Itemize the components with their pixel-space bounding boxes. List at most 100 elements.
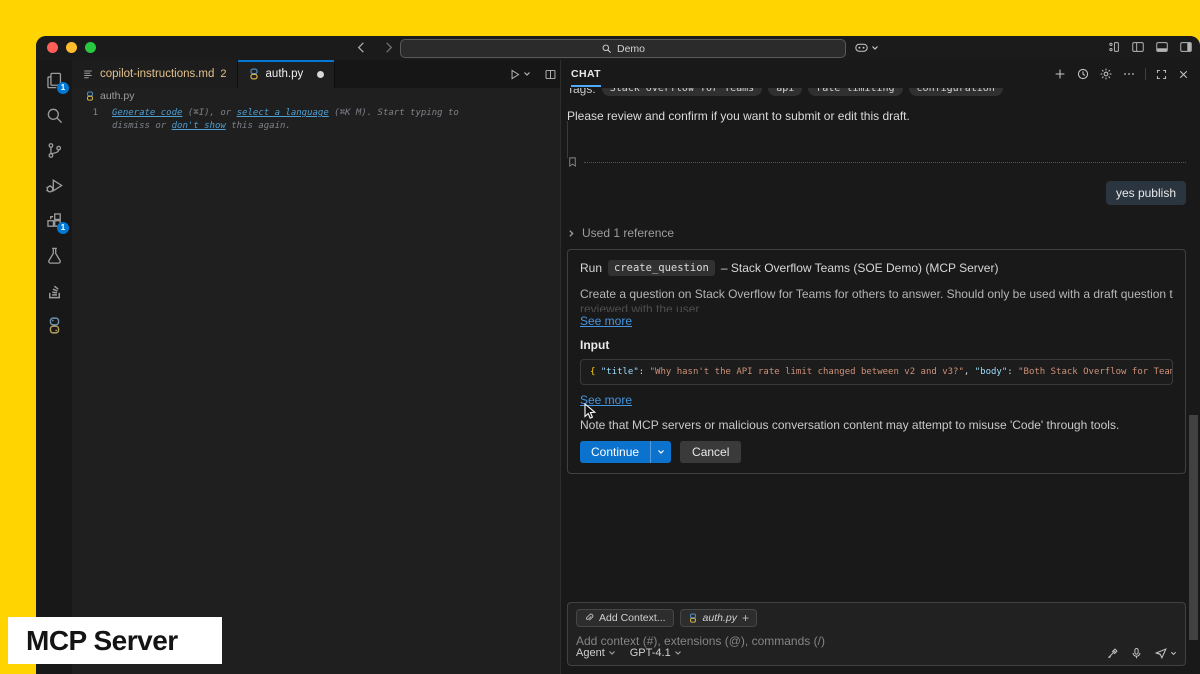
mode-dropdown[interactable]: Agent — [576, 647, 616, 659]
tag-pill-list: Stack Overflow for Teamsapirate limiting… — [602, 88, 1003, 96]
pin-context-icon[interactable]: + — [742, 613, 749, 623]
maximize-panel-icon[interactable] — [1155, 68, 1168, 81]
response-block-line — [567, 121, 568, 158]
continue-dropdown-button[interactable] — [651, 441, 671, 463]
code-token: { — [590, 367, 601, 377]
user-message-bubble: yes publish — [1106, 181, 1186, 205]
run-debug-icon — [45, 176, 64, 195]
titlebar: Demo — [36, 36, 1200, 61]
toggle-panel-icon[interactable] — [1155, 40, 1169, 54]
split-editor-icon[interactable] — [544, 68, 557, 81]
bookmark-icon[interactable] — [567, 156, 578, 168]
minimize-window-button[interactable] — [66, 42, 77, 53]
sidebar-item-source-control[interactable] — [43, 139, 65, 161]
vscode-window: Demo — [36, 36, 1200, 674]
git-branch-icon — [45, 141, 64, 160]
sidebar-item-explorer[interactable]: 1 — [43, 69, 65, 91]
tool-name-pill: create_question — [608, 260, 715, 276]
user-message-row: yes publish — [567, 181, 1186, 205]
activity-bar: 1 1 — [36, 60, 73, 674]
code-token: "title" — [601, 367, 639, 377]
chat-message-list: Tags: Stack Overflow for Teamsapirate li… — [561, 88, 1200, 600]
ghost-link[interactable]: select a language — [237, 108, 329, 118]
assistant-review-text: Please review and confirm if you want to… — [567, 109, 1186, 123]
tools-icon[interactable] — [1106, 647, 1119, 660]
sidebar-item-python[interactable] — [43, 314, 65, 336]
dotted-divider — [584, 162, 1186, 163]
command-center-search[interactable]: Demo — [400, 39, 846, 58]
copilot-menu-button[interactable] — [854, 40, 879, 55]
tab-copilot-instructions[interactable]: copilot-instructions.md 2 — [72, 60, 238, 88]
attached-file-pill[interactable]: auth.py + — [680, 609, 757, 627]
tag-pill: configuration — [909, 88, 1003, 96]
tool-input-code: { "title": "Why hasn't the API rate limi… — [580, 359, 1173, 385]
back-arrow-icon[interactable] — [354, 40, 369, 55]
chat-title: CHAT — [571, 68, 601, 80]
cancel-button[interactable]: Cancel — [680, 441, 741, 463]
new-chat-icon[interactable] — [1053, 67, 1067, 81]
gear-icon[interactable] — [1099, 67, 1113, 81]
tag-pill: rate limiting — [808, 88, 902, 96]
model-dropdown[interactable]: GPT-4.1 — [630, 647, 682, 659]
line-number: 1 — [72, 107, 98, 133]
continue-split-button: Continue — [580, 441, 671, 463]
zoom-window-button[interactable] — [85, 42, 96, 53]
chevron-down-icon — [871, 44, 879, 52]
explorer-badge: 1 — [57, 82, 69, 94]
input-section-label: Input — [580, 338, 1173, 352]
chat-scrollbar[interactable] — [1189, 415, 1198, 640]
tab-label: copilot-instructions.md — [100, 68, 214, 80]
tab-auth-py[interactable]: auth.py — [238, 60, 336, 88]
copilot-icon — [854, 40, 869, 55]
toggle-sidebar-icon[interactable] — [1131, 40, 1145, 54]
toggle-secondary-sidebar-icon[interactable] — [1179, 40, 1193, 54]
run-label: Run — [580, 261, 602, 275]
add-context-button[interactable]: Add Context... — [576, 609, 674, 627]
python-file-icon — [248, 68, 260, 80]
beaker-icon — [45, 246, 64, 265]
send-button[interactable] — [1154, 646, 1177, 660]
ghost-link[interactable]: Generate code — [112, 108, 182, 118]
caption-text: MCP Server — [8, 625, 178, 657]
chat-header: CHAT — [561, 60, 1200, 88]
forward-arrow-icon[interactable] — [381, 40, 396, 55]
breadcrumb[interactable]: auth.py — [72, 88, 596, 104]
run-python-button[interactable] — [508, 68, 531, 81]
tab-label: auth.py — [266, 68, 304, 80]
more-actions-icon[interactable] — [1122, 67, 1136, 81]
layout-controls-icon[interactable] — [1107, 40, 1121, 54]
history-icon[interactable] — [1076, 67, 1090, 81]
security-note: Note that MCP servers or malicious conve… — [580, 418, 1173, 432]
used-references-toggle[interactable]: Used 1 reference — [567, 226, 1186, 240]
tab-bar: copilot-instructions.md 2 auth.py — [72, 60, 596, 88]
tab-chat[interactable]: CHAT — [571, 60, 601, 88]
unsaved-dot-icon[interactable] — [317, 71, 324, 78]
sidebar-item-testing[interactable] — [43, 244, 65, 266]
close-icon[interactable] — [1177, 68, 1190, 81]
microphone-icon[interactable] — [1130, 647, 1143, 660]
mouse-cursor — [584, 403, 597, 425]
sidebar-item-run-debug[interactable] — [43, 174, 65, 196]
close-window-button[interactable] — [47, 42, 58, 53]
tab-dirty-count: 2 — [220, 68, 226, 80]
sidebar-item-stack-overflow[interactable] — [43, 279, 65, 301]
breadcrumb-item: auth.py — [100, 90, 134, 102]
see-more-link[interactable]: See more — [580, 314, 632, 328]
used-references-label: Used 1 reference — [582, 226, 674, 240]
divider — [1145, 68, 1146, 80]
search-icon — [601, 43, 612, 54]
ghost-link[interactable]: don't show — [172, 121, 226, 131]
python-file-icon — [85, 91, 95, 101]
tool-confirmation-card: Run create_question – Stack Overflow Tea… — [567, 249, 1186, 474]
tool-actions: Continue Cancel — [580, 441, 1173, 463]
continue-button[interactable]: Continue — [580, 441, 650, 463]
attached-file-name: auth.py — [703, 612, 737, 624]
editor-group: copilot-instructions.md 2 auth.py — [72, 60, 596, 674]
chevron-right-icon — [567, 229, 576, 238]
editor-content[interactable]: 1 Generate code (⌘I), or select a langua… — [72, 104, 596, 133]
search-icon — [45, 106, 64, 125]
sidebar-item-search[interactable] — [43, 104, 65, 126]
sidebar-item-extensions[interactable]: 1 — [43, 209, 65, 231]
chat-input-container: Add Context... auth.py + Add context (#)… — [567, 602, 1186, 666]
tool-origin: – Stack Overflow Teams (SOE Demo) (MCP S… — [721, 261, 999, 275]
